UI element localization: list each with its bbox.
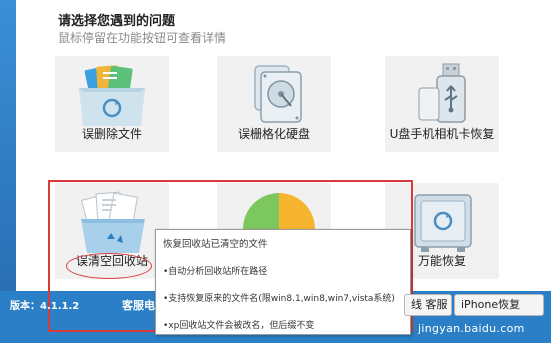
card-label: 误栅格化硬盘 xyxy=(237,127,310,141)
tooltip-item: •xp回收站文件会被改名，但后缀不变 xyxy=(163,321,315,331)
usb-drive-icon xyxy=(397,62,487,128)
iphone-recovery-button[interactable]: iPhone恢复 xyxy=(454,294,544,316)
tooltip-item: •支持恢复原来的文件名(限win8.1,win8,win7,vista系统) xyxy=(163,294,395,304)
card-formatted-disk[interactable]: 误栅格化硬盘 xyxy=(217,56,331,152)
watermark: jingyan.baidu.com xyxy=(418,322,525,335)
card-usb-recovery[interactable]: U盘手机相机卡恢复 xyxy=(385,56,499,152)
version-label: 版本：4.1.1.2 xyxy=(10,301,80,312)
online-service-button[interactable]: 线 客服 xyxy=(404,294,452,316)
highlight-ellipse xyxy=(66,253,152,279)
page-title: 请选择您遇到的问题 xyxy=(58,14,176,29)
hard-disk-icon xyxy=(229,62,319,128)
tooltip-item: •自动分析回收站所在路径 xyxy=(163,267,268,277)
tooltip-heading: 恢复回收站已清空的文件 xyxy=(163,239,268,250)
card-label: 误删除文件 xyxy=(81,127,142,141)
card-label: U盘手机相机卡恢复 xyxy=(389,127,495,141)
card-deleted-files[interactable]: 误删除文件 xyxy=(55,56,169,152)
tooltip: 恢复回收站已清空的文件 •自动分析回收站所在路径 •支持恢复原来的文件名(限wi… xyxy=(155,229,411,335)
files-folder-icon xyxy=(67,62,157,128)
service-phone-label: 客服电 xyxy=(122,299,155,312)
page-subtitle: 鼠标停留在功能按钮可查看详情 xyxy=(58,31,227,45)
